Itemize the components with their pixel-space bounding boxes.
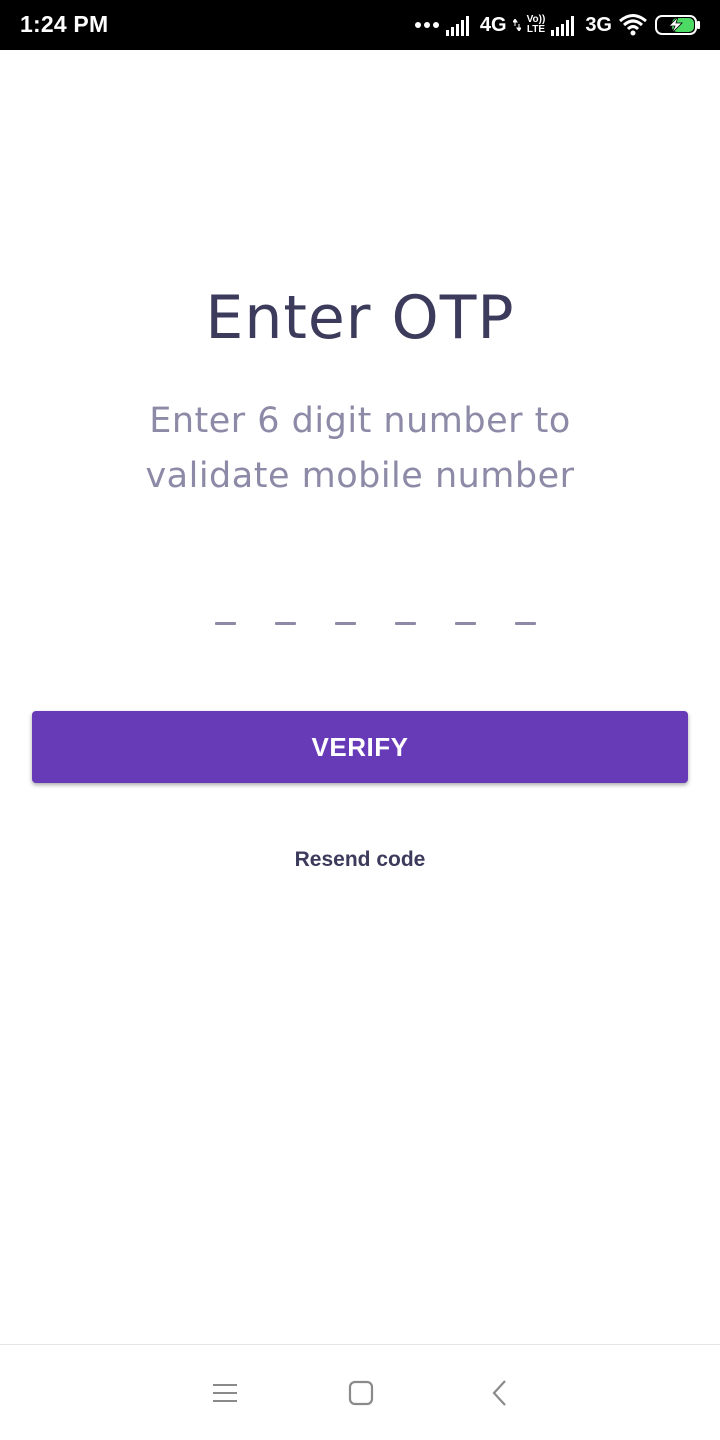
otp-digit-placeholder <box>215 622 236 625</box>
wifi-icon <box>618 13 648 37</box>
network-type-2: 3G <box>585 13 612 36</box>
menu-button[interactable] <box>205 1375 245 1415</box>
signal-icon <box>445 14 474 36</box>
battery-charging-icon <box>654 13 702 37</box>
otp-input[interactable] <box>210 608 540 638</box>
menu-icon <box>212 1382 238 1409</box>
verify-button[interactable]: VERIFY <box>32 711 688 783</box>
home-button[interactable] <box>341 1375 381 1415</box>
otp-digit-placeholder <box>455 622 476 625</box>
back-icon <box>490 1379 510 1412</box>
otp-digit-placeholder <box>335 622 356 625</box>
volte-indicator: Vo)) LTE <box>527 15 546 35</box>
otp-digit-field[interactable] <box>210 608 240 638</box>
otp-digit-field[interactable] <box>390 608 420 638</box>
home-icon <box>348 1380 374 1411</box>
resend-code-link[interactable]: Resend code <box>0 848 720 872</box>
otp-digit-field[interactable] <box>270 608 300 638</box>
otp-digit-placeholder <box>275 622 296 625</box>
signal-icon <box>551 14 579 36</box>
data-arrows-icon <box>512 19 521 31</box>
back-button[interactable] <box>480 1375 520 1415</box>
status-icons: 4G Vo)) LTE 3G <box>414 10 702 40</box>
otp-screen: 1:24 PM 4G Vo)) LTE 3G Enter OTP Enter 6… <box>0 0 720 1440</box>
page-subtitle: Enter 6 digit number to validate mobile … <box>145 401 575 496</box>
otp-digit-field[interactable] <box>450 608 480 638</box>
network-type-1: 4G <box>479 13 507 36</box>
navigation-bar <box>0 1344 720 1440</box>
status-bar: 1:24 PM 4G Vo)) LTE 3G <box>0 0 720 50</box>
status-time: 1:24 PM <box>20 11 109 37</box>
page-title: Enter OTP <box>205 283 515 353</box>
otp-digit-placeholder <box>515 622 536 625</box>
volte-bottom-label: LTE <box>526 24 546 35</box>
otp-digit-field[interactable] <box>510 608 540 638</box>
otp-digit-placeholder <box>395 622 416 625</box>
otp-digit-field[interactable] <box>330 608 360 638</box>
more-dots-icon <box>414 21 440 29</box>
